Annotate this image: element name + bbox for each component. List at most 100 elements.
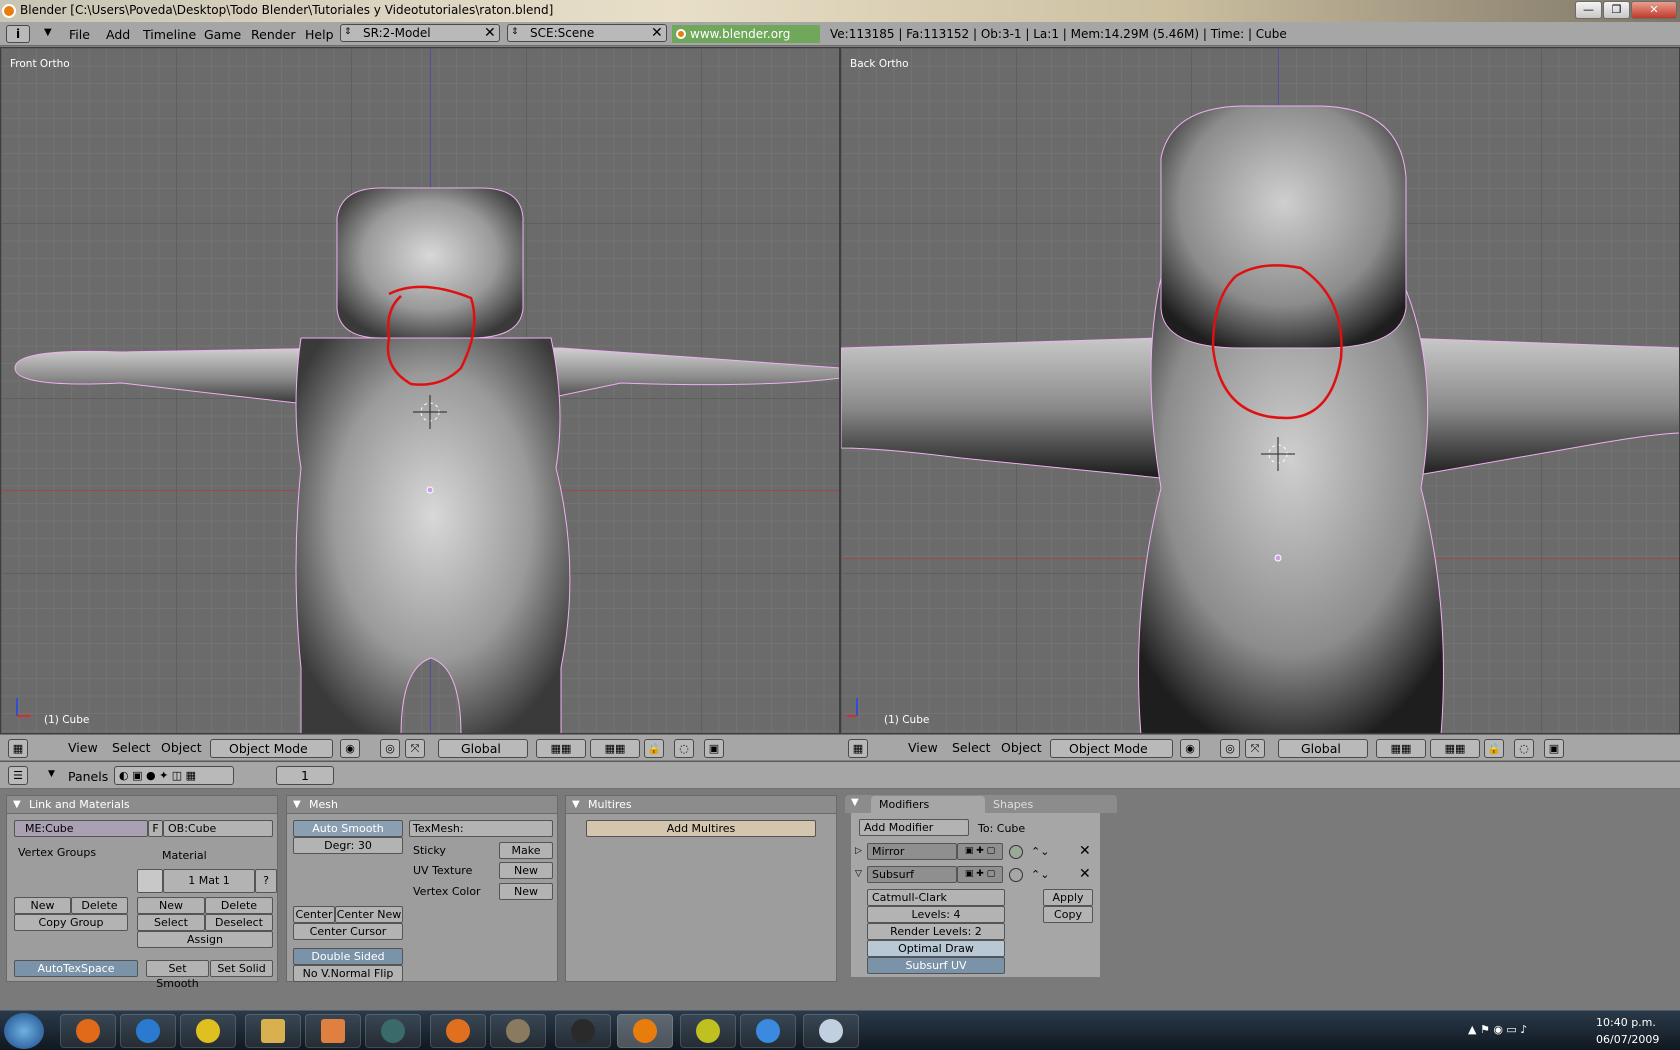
material-deselect-button[interactable]: Deselect xyxy=(205,914,273,931)
uv-texture-new-button[interactable]: New xyxy=(499,862,553,879)
double-sided-toggle[interactable]: Double Sided xyxy=(293,948,403,965)
manipulator-icon[interactable]: ⤧ xyxy=(405,739,425,758)
layers-icon[interactable]: ▦▦ xyxy=(1430,739,1480,758)
blender-taskbar-icon[interactable] xyxy=(617,1014,673,1048)
info-icon[interactable]: i xyxy=(6,25,30,43)
orientation-select[interactable]: Global xyxy=(1278,739,1368,758)
set-solid-button[interactable]: Set Solid xyxy=(210,960,273,977)
chevron-down-icon[interactable]: ▼ xyxy=(44,27,52,38)
panel-title[interactable]: Multires xyxy=(566,796,836,814)
tab-modifiers[interactable]: Modifiers xyxy=(871,796,985,813)
scene-selector[interactable]: SCE:Scene xyxy=(507,24,667,42)
render-icon[interactable]: ▣ xyxy=(1544,739,1564,758)
center-cursor-button[interactable]: Center Cursor xyxy=(293,923,403,940)
explorer-icon[interactable] xyxy=(245,1014,301,1048)
frame-field[interactable]: 1 xyxy=(276,766,334,785)
start-button[interactable] xyxy=(4,1013,44,1049)
menu-game[interactable]: Game xyxy=(204,27,241,42)
vertex-color-new-button[interactable]: New xyxy=(499,883,553,900)
panel-title[interactable]: Link and Materials xyxy=(7,796,277,814)
copy-button[interactable]: Copy xyxy=(1043,906,1093,923)
add-modifier-button[interactable]: Add Modifier xyxy=(859,819,969,836)
minimize-button[interactable]: — xyxy=(1575,1,1602,19)
panel-title[interactable]: Mesh xyxy=(287,796,557,814)
lock-icon[interactable]: 🔒 xyxy=(644,739,664,758)
move-up-icon[interactable]: ⌃⌄ xyxy=(1031,868,1049,881)
orientation-select[interactable]: Global xyxy=(438,739,528,758)
window-type-icon[interactable]: ☰ xyxy=(8,766,28,785)
center-button[interactable]: Center xyxy=(293,906,335,923)
subsurf-modifier-name[interactable]: Subsurf xyxy=(867,866,957,883)
material-color-swatch[interactable] xyxy=(137,869,163,893)
tab-shapes[interactable]: Shapes xyxy=(985,796,1100,813)
viewport-front[interactable]: Front Ortho (1) Cube xyxy=(0,47,840,734)
layers-icon[interactable]: ▦▦ xyxy=(1376,739,1426,758)
app-icon[interactable] xyxy=(680,1014,736,1048)
app-icon[interactable] xyxy=(365,1014,421,1048)
mesh-name-field[interactable]: ME:Cube xyxy=(14,820,148,837)
quicktime-icon[interactable] xyxy=(740,1014,796,1048)
sticky-make-button[interactable]: Make xyxy=(499,842,553,859)
add-multires-button[interactable]: Add Multires xyxy=(586,820,816,837)
remove-modifier-icon[interactable]: ✕ xyxy=(1079,843,1091,859)
menu-view[interactable]: View xyxy=(68,740,98,755)
menu-timeline[interactable]: Timeline xyxy=(143,27,196,42)
vgroup-new-button[interactable]: New xyxy=(14,897,71,914)
tray-icons[interactable]: ▲ ⚑ ◉ ▭ ♪ xyxy=(1468,1023,1527,1036)
lock-icon[interactable]: 🔒 xyxy=(1484,739,1504,758)
draw-type-icon[interactable]: ◉ xyxy=(1180,739,1200,758)
pivot-icon[interactable]: ◎ xyxy=(380,739,400,758)
auto-smooth-toggle[interactable]: Auto Smooth xyxy=(293,820,403,837)
snap-icon[interactable]: ◌ xyxy=(1514,739,1534,758)
close-button[interactable]: ✕ xyxy=(1631,1,1677,19)
layers-icon[interactable]: ▦▦ xyxy=(536,739,586,758)
render-icon[interactable]: ▣ xyxy=(704,739,724,758)
clock-date[interactable]: 06/07/2009 xyxy=(1596,1033,1659,1046)
material-index-field[interactable]: 1 Mat 1 xyxy=(163,869,255,893)
snap-icon[interactable]: ◌ xyxy=(674,739,694,758)
material-new-button[interactable]: New xyxy=(137,897,205,914)
panels-menu[interactable]: Panels xyxy=(68,769,108,784)
texmesh-field[interactable]: TexMesh: xyxy=(409,820,553,837)
levels-field[interactable]: Levels: 4 xyxy=(867,906,1005,923)
render-levels-field[interactable]: Render Levels: 2 xyxy=(867,923,1005,940)
material-select-button[interactable]: Select xyxy=(137,914,205,931)
material-help-button[interactable]: ? xyxy=(255,869,277,893)
menu-select[interactable]: Select xyxy=(952,740,991,755)
delete-screen-icon[interactable]: ✕ xyxy=(484,25,496,41)
apply-button[interactable]: Apply xyxy=(1043,889,1093,906)
object-name-field[interactable]: OB:Cube xyxy=(163,820,273,837)
menu-file[interactable]: File xyxy=(69,27,90,42)
delete-scene-icon[interactable]: ✕ xyxy=(651,25,663,41)
menu-select[interactable]: Select xyxy=(112,740,151,755)
collapse-icon[interactable]: ▼ xyxy=(851,797,859,808)
remove-modifier-icon[interactable]: ✕ xyxy=(1079,866,1091,882)
no-vnormal-flip-toggle[interactable]: No V.Normal Flip xyxy=(293,965,403,982)
layers-icon[interactable]: ▦▦ xyxy=(590,739,640,758)
menu-object[interactable]: Object xyxy=(1001,740,1042,755)
menu-render[interactable]: Render xyxy=(251,27,296,42)
chrome-icon[interactable] xyxy=(180,1014,236,1048)
menu-add[interactable]: Add xyxy=(106,27,130,42)
grid-icon[interactable]: ▦ xyxy=(848,739,868,758)
menu-help[interactable]: Help xyxy=(305,27,334,42)
move-up-icon[interactable]: ⌃⌄ xyxy=(1031,845,1049,858)
gimp-icon[interactable] xyxy=(490,1014,546,1048)
app-icon[interactable] xyxy=(430,1014,486,1048)
expand-icon[interactable]: ▷ xyxy=(855,846,862,856)
clock-time[interactable]: 10:40 p.m. xyxy=(1596,1016,1656,1029)
vgroup-delete-button[interactable]: Delete xyxy=(71,897,128,914)
firefox-icon[interactable] xyxy=(60,1014,116,1048)
menu-object[interactable]: Object xyxy=(161,740,202,755)
subsurf-uv-toggle[interactable]: Subsurf UV xyxy=(867,957,1005,974)
cage-icon[interactable] xyxy=(1009,845,1023,859)
subsurf-visibility-icons[interactable]: ▣ ✚ ▢ xyxy=(957,866,1003,883)
internet-explorer-icon[interactable] xyxy=(120,1014,176,1048)
mode-select[interactable]: Object Mode xyxy=(210,739,333,758)
maximize-button[interactable]: ❐ xyxy=(1603,1,1630,19)
material-assign-button[interactable]: Assign xyxy=(137,931,273,948)
collapse-icon[interactable]: ▽ xyxy=(855,869,862,879)
fake-user-button[interactable]: F xyxy=(148,820,163,837)
menu-view[interactable]: View xyxy=(908,740,938,755)
material-delete-button[interactable]: Delete xyxy=(205,897,273,914)
